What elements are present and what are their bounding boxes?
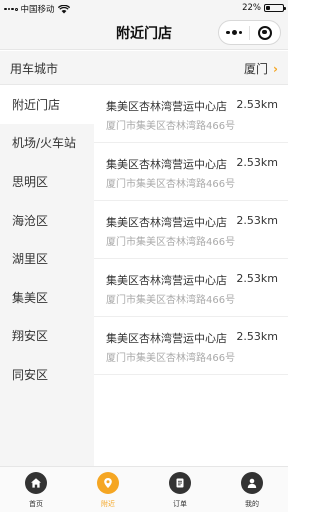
sidebar-item-siming[interactable]: 思明区: [0, 162, 94, 201]
store-list-item[interactable]: 集美区杏林湾营运中心店 2.53km 厦门市集美区杏林湾路466号: [94, 201, 288, 259]
signal-icon: [4, 7, 18, 11]
more-dot-icon: [231, 30, 237, 35]
target-close-icon: [257, 25, 272, 40]
sidebar-item-huli[interactable]: 湖里区: [0, 239, 94, 278]
store-list-item[interactable]: 集美区杏林湾营运中心店 2.53km 厦门市集美区杏林湾路466号: [94, 259, 288, 317]
close-mini-program-button[interactable]: [250, 21, 280, 44]
store-address: 厦门市集美区杏林湾路466号: [106, 353, 236, 364]
city-value[interactable]: 厦门 ›: [244, 60, 278, 77]
battery-icon: [264, 4, 286, 12]
city-label: 用车城市: [10, 62, 59, 76]
tab-orders[interactable]: 订单: [144, 467, 216, 512]
sidebar-item-label: 湖里区: [12, 252, 49, 267]
sidebar-item-airport-station[interactable]: 机场/火车站: [0, 124, 94, 163]
status-bar: 中国移动 22%: [0, 0, 288, 16]
order-list-icon: [169, 472, 191, 494]
tab-label: 附近: [101, 500, 115, 508]
store-name: 集美区杏林湾营运中心店: [106, 216, 227, 229]
store-distance: 2.53km: [236, 214, 278, 227]
mini-program-capsule: [218, 20, 281, 45]
store-address: 厦门市集美区杏林湾路466号: [106, 179, 236, 190]
district-sidebar: 附近门店 机场/火车站 思明区 海沧区 湖里区 集美区 翔安区 同安区: [0, 85, 94, 466]
more-dot-icon: [238, 30, 242, 35]
city-name: 厦门: [244, 62, 269, 76]
store-name: 集美区杏林湾营运中心店: [106, 274, 227, 287]
store-distance: 2.53km: [236, 272, 278, 285]
sidebar-item-tongan[interactable]: 同安区: [0, 355, 94, 394]
store-distance: 2.53km: [236, 156, 278, 169]
more-menu-button[interactable]: [219, 21, 249, 44]
location-pin-icon: [97, 472, 119, 494]
store-name: 集美区杏林湾营运中心店: [106, 332, 227, 345]
status-left: 中国移动: [4, 3, 70, 15]
store-name: 集美区杏林湾营运中心店: [106, 100, 227, 113]
store-list-item[interactable]: 集美区杏林湾营运中心店 2.53km 厦门市集美区杏林湾路466号: [94, 143, 288, 201]
sidebar-item-label: 思明区: [12, 174, 49, 189]
user-icon: [241, 472, 263, 494]
store-list-item[interactable]: 集美区杏林湾营运中心店 2.53km 厦门市集美区杏林湾路466号: [94, 85, 288, 143]
city-selector-row[interactable]: 用车城市 厦门 ›: [0, 51, 288, 85]
store-distance: 2.53km: [236, 330, 278, 343]
sidebar-item-xiangan[interactable]: 翔安区: [0, 317, 94, 356]
sidebar-item-label: 机场/火车站: [12, 136, 77, 151]
sidebar-item-jimei[interactable]: 集美区: [0, 278, 94, 317]
tab-profile[interactable]: 我的: [216, 467, 288, 512]
battery-fill: [266, 6, 270, 10]
store-name: 集美区杏林湾营运中心店: [106, 158, 227, 171]
nav-bar: 附近门店: [0, 16, 288, 50]
chevron-right-icon: ›: [273, 61, 278, 76]
tab-label: 我的: [245, 500, 259, 508]
sidebar-item-haicang[interactable]: 海沧区: [0, 201, 94, 240]
store-list: 集美区杏林湾营运中心店 2.53km 厦门市集美区杏林湾路466号 集美区杏林湾…: [94, 85, 288, 466]
status-right: 22%: [242, 3, 286, 13]
store-address: 厦门市集美区杏林湾路466号: [106, 237, 236, 248]
bottom-tab-bar: 首页 附近 订单 我的: [0, 466, 288, 512]
sidebar-item-label: 附近门店: [12, 97, 61, 112]
more-dot-icon: [226, 30, 230, 35]
battery-percent: 22%: [242, 3, 261, 13]
home-icon: [25, 472, 47, 494]
store-address: 厦门市集美区杏林湾路466号: [106, 295, 236, 306]
tab-label: 订单: [173, 500, 187, 508]
sidebar-item-label: 海沧区: [12, 213, 49, 228]
store-address: 厦门市集美区杏林湾路466号: [106, 121, 236, 132]
tab-nearby[interactable]: 附近: [72, 467, 144, 512]
sidebar-item-label: 集美区: [12, 290, 49, 305]
tab-label: 首页: [29, 500, 43, 508]
store-list-item[interactable]: 集美区杏林湾营运中心店 2.53km 厦门市集美区杏林湾路466号: [94, 317, 288, 375]
store-distance: 2.53km: [236, 98, 278, 111]
sidebar-item-label: 翔安区: [12, 329, 49, 344]
sidebar-item-nearby[interactable]: 附近门店: [0, 85, 94, 124]
wifi-icon: [57, 4, 70, 13]
carrier-label: 中国移动: [20, 5, 55, 15]
tab-home[interactable]: 首页: [0, 467, 72, 512]
sidebar-item-label: 同安区: [12, 367, 49, 382]
